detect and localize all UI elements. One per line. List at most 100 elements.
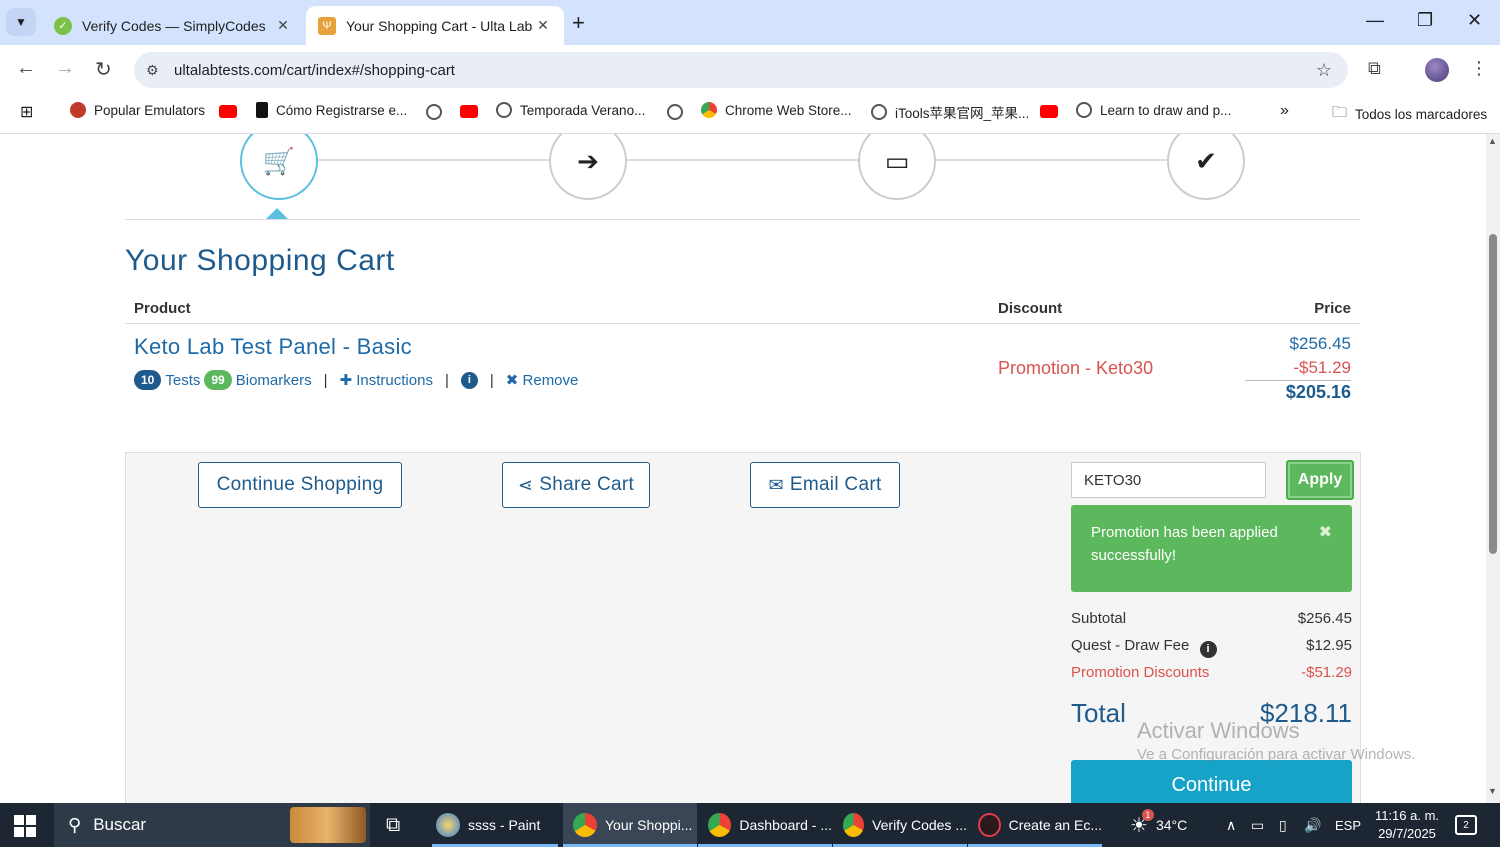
- bookmark-label: Learn to draw and p...: [1100, 102, 1232, 118]
- volume-icon[interactable]: 🔊: [1304, 803, 1321, 847]
- tab-close-icon[interactable]: ✕: [274, 17, 292, 34]
- search-icon: ⚲: [68, 814, 82, 835]
- notion-favicon-icon: [256, 102, 268, 118]
- remove-label: Remove: [522, 372, 579, 389]
- bookmark-learn-to-draw[interactable]: Learn to draw and p...: [1076, 102, 1231, 118]
- bookmark-label: Popular Emulators: [94, 102, 206, 118]
- emulator-favicon-icon: [70, 102, 86, 118]
- product-name-link[interactable]: Keto Lab Test Panel - Basic: [134, 334, 412, 360]
- taskbar-item-your-shopping[interactable]: Your Shoppi...: [563, 803, 697, 847]
- taskbar-search-box[interactable]: ⚲ Buscar: [54, 803, 370, 847]
- scroll-down-arrow-icon[interactable]: ▼: [1488, 786, 1497, 796]
- price-divider: [1245, 380, 1351, 381]
- bookmark-como-registrarse[interactable]: Cómo Registrarse e...: [256, 102, 407, 118]
- taskbar-item-label: Your Shoppi...: [605, 817, 693, 833]
- info-icon[interactable]: i: [1199, 640, 1217, 658]
- taskbar-item-create-an-ec[interactable]: Create an Ec...: [968, 803, 1102, 847]
- restore-icon[interactable]: ❐: [1417, 10, 1433, 31]
- back-arrow-icon[interactable]: ←: [16, 57, 36, 80]
- bookmark-popular-emulators[interactable]: Popular Emulators: [70, 102, 205, 118]
- tab-search-chevron-icon[interactable]: ▼: [6, 8, 36, 36]
- apps-grid-icon[interactable]: ⊞: [20, 102, 33, 122]
- extensions-puzzle-icon[interactable]: ⧉: [1368, 58, 1381, 79]
- taskbar-clock[interactable]: 11:16 a. m. 29/7/2025: [1368, 807, 1446, 843]
- address-bar[interactable]: ⚙ ultalabtests.com/cart/index#/shopping-…: [134, 52, 1348, 88]
- scroll-up-arrow-icon[interactable]: ▲: [1488, 136, 1497, 146]
- tab-title: Your Shopping Cart - Ulta Lab T: [346, 17, 534, 34]
- webstore-favicon-icon: [701, 102, 717, 118]
- site-settings-icon[interactable]: ⚙: [146, 62, 166, 79]
- browser-toolbar: ← → ↻ ⚙ ultalabtests.com/cart/index#/sho…: [0, 45, 1500, 93]
- weather-sun-icon: ☀ 1: [1130, 808, 1154, 838]
- bookmark-label: Temporada Verano...: [520, 102, 646, 118]
- step-payment-card-icon[interactable]: ▭: [858, 134, 936, 200]
- bookmark-star-icon[interactable]: ☆: [1316, 60, 1332, 81]
- page-scrollbar[interactable]: ▲ ▼: [1486, 134, 1500, 803]
- window-close-icon[interactable]: ✕: [1467, 10, 1482, 31]
- taskbar-item-label: ssss - Paint: [468, 817, 541, 833]
- instructions-link[interactable]: ✚ Instructions: [340, 371, 433, 389]
- reload-icon[interactable]: ↻: [95, 57, 112, 82]
- notification-center-icon[interactable]: 2: [1455, 815, 1477, 835]
- promotion-label: Promotion - Keto30: [998, 358, 1154, 378]
- tab-verify-codes[interactable]: ✓ Verify Codes — SimplyCodes ✕: [42, 6, 304, 45]
- bookmark-itools[interactable]: iTools苹果官网_苹果...: [871, 102, 1029, 122]
- search-highlight-image: [290, 807, 366, 843]
- activate-windows-subtext: Ve a Configuración para activar Windows.: [1137, 746, 1416, 763]
- separator: |: [489, 371, 494, 389]
- task-view-icon[interactable]: ⧉: [386, 803, 400, 847]
- more-bookmarks-chevron-icon[interactable]: »: [1280, 102, 1289, 120]
- step-signin-icon[interactable]: ➔: [549, 134, 627, 200]
- scrollbar-thumb[interactable]: [1489, 234, 1497, 554]
- button-label: Email Cart: [789, 474, 882, 495]
- language-indicator[interactable]: ESP: [1335, 803, 1361, 847]
- continue-shopping-button[interactable]: Continue Shopping: [198, 462, 402, 508]
- bookmark-chrome-web-store[interactable]: Chrome Web Store...: [701, 102, 852, 118]
- step-cart-icon[interactable]: 🛒: [240, 134, 318, 200]
- bookmark-label: Todos los marcadores: [1355, 107, 1488, 122]
- url-text[interactable]: ultalabtests.com/cart/index#/shopping-ca…: [174, 62, 455, 79]
- email-cart-button[interactable]: ✉ Email Cart: [750, 462, 900, 508]
- bookmark-label: Cómo Registrarse e...: [276, 102, 408, 118]
- show-hidden-icons-chevron-icon[interactable]: ∧: [1226, 803, 1236, 847]
- taskbar-item-verify-codes[interactable]: Verify Codes ...: [833, 803, 967, 847]
- taskbar-item-paint[interactable]: ssss - Paint: [432, 803, 558, 847]
- apply-promo-button[interactable]: Apply: [1286, 460, 1354, 500]
- biomarkers-link[interactable]: Biomarkers: [236, 372, 312, 389]
- price-final: $205.16: [1285, 382, 1351, 402]
- step-confirm-check-icon[interactable]: ✔: [1167, 134, 1245, 200]
- remove-link[interactable]: ✖ Remove: [506, 371, 579, 389]
- forward-arrow-icon[interactable]: →: [55, 57, 75, 80]
- tests-link[interactable]: Tests: [165, 372, 200, 389]
- alert-close-icon[interactable]: ✖: [1319, 521, 1332, 544]
- youtube-icon[interactable]: [460, 105, 478, 118]
- minimize-icon[interactable]: —: [1366, 10, 1384, 31]
- tab-shopping-cart[interactable]: Ψ Your Shopping Cart - Ulta Lab T ✕: [306, 6, 564, 45]
- step-connector: [627, 159, 859, 161]
- chrome-menu-kebab-icon[interactable]: ⋮: [1470, 58, 1488, 79]
- tab-close-icon[interactable]: ✕: [534, 17, 552, 34]
- windows-start-icon[interactable]: [14, 815, 36, 837]
- battery-icon[interactable]: ▯: [1279, 803, 1287, 847]
- globe-icon[interactable]: [426, 104, 442, 120]
- temperature: 34°C: [1155, 817, 1188, 833]
- taskbar-item-dashboard[interactable]: Dashboard - ...: [698, 803, 832, 847]
- network-icon[interactable]: ▭: [1251, 803, 1264, 847]
- divider: [125, 323, 1360, 324]
- folder-icon: 🗀: [1332, 104, 1348, 121]
- youtube-icon[interactable]: [1040, 105, 1058, 118]
- globe-icon[interactable]: [667, 104, 683, 120]
- continue-checkout-button[interactable]: Continue: [1071, 760, 1352, 803]
- bookmark-label: iTools苹果官网_苹果...: [895, 106, 1030, 121]
- youtube-icon[interactable]: [219, 105, 237, 118]
- clock-date: 29/7/2025: [1378, 826, 1436, 841]
- profile-avatar[interactable]: [1425, 58, 1449, 82]
- share-cart-button[interactable]: ⋖ Share Cart: [502, 462, 650, 508]
- weather-widget[interactable]: ☀ 1 34°C: [1130, 803, 1187, 847]
- subtotal-value: $256.45: [1297, 610, 1352, 627]
- bookmark-temporada-verano[interactable]: Temporada Verano...: [496, 102, 645, 118]
- info-icon[interactable]: i: [460, 371, 478, 389]
- promo-code-input[interactable]: KETO30: [1071, 462, 1266, 498]
- new-tab-plus-icon[interactable]: +: [572, 10, 585, 36]
- all-bookmarks-folder[interactable]: 🗀 Todos los marcadores: [1332, 102, 1487, 127]
